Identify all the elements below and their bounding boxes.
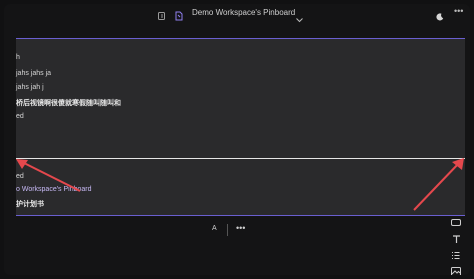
- canvas-text-line[interactable]: 桥后视镜啊很傻就寒假随叫随叫和: [16, 98, 121, 108]
- chevron-down-icon[interactable]: [296, 10, 303, 28]
- more-icon[interactable]: •••: [454, 6, 463, 16]
- canvas-text-line[interactable]: h: [16, 54, 20, 61]
- toolbar-divider: [227, 224, 228, 236]
- right-arrow-annotation: [413, 158, 464, 211]
- right-toolbar: [449, 217, 463, 275]
- list-icon[interactable]: [449, 249, 463, 261]
- pages-icon[interactable]: [158, 8, 167, 26]
- selection-edge-bottom: [16, 215, 465, 216]
- pinboard-icon[interactable]: [174, 8, 184, 26]
- more-icon[interactable]: •••: [236, 223, 245, 233]
- left-arrow-annotation: [16, 159, 81, 192]
- workspace-title[interactable]: Demo Workspace's Pinboard: [192, 8, 295, 17]
- app-window: Demo Workspace's Pinboard ••• h jahs jah…: [4, 4, 470, 275]
- text-format-button[interactable]: A: [212, 225, 217, 232]
- top-bar: Demo Workspace's Pinboard •••: [4, 4, 470, 23]
- canvas-text-line[interactable]: jahs jah j: [16, 84, 44, 91]
- image-icon[interactable]: [449, 265, 463, 275]
- text-icon[interactable]: [449, 233, 463, 245]
- canvas-text-line[interactable]: ed: [16, 113, 24, 120]
- note-icon[interactable]: [449, 217, 463, 229]
- canvas-text-line[interactable]: jahs jahs ja: [16, 70, 51, 77]
- canvas-text-line[interactable]: 护计划书: [16, 199, 44, 209]
- moon-icon[interactable]: [436, 8, 444, 26]
- bottom-toolbar: A •••: [204, 223, 264, 237]
- selection-edge-top: [16, 38, 465, 39]
